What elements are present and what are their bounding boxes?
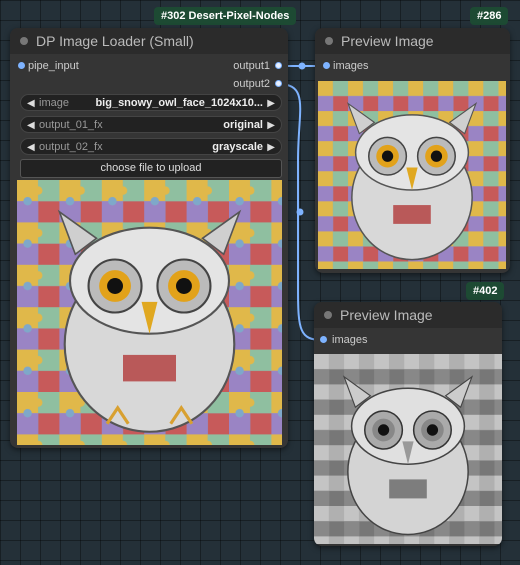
preview1-badge: #286	[470, 7, 509, 25]
preview-image-1	[318, 81, 506, 269]
wire-midpoint-2	[296, 208, 304, 216]
pipe-input-label: pipe_input	[28, 60, 79, 72]
widget-label: output_01_fx	[39, 119, 103, 131]
owl-image	[17, 180, 282, 445]
widget-value: big_snowy_owl_face_1024x10...	[95, 97, 263, 109]
upload-button[interactable]: choose file to upload	[20, 159, 282, 178]
slot-row-2: output2	[10, 75, 288, 93]
widget-value: grayscale	[212, 141, 263, 153]
output2-label: output2	[233, 78, 270, 90]
preview-image-node-2[interactable]: Preview Image images	[314, 302, 502, 546]
group-badge: #302 Desert-Pixel-Nodes	[154, 7, 297, 25]
output-01-fx-widget[interactable]: ◀ output_01_fx original ▶	[20, 116, 282, 133]
collapse-dot-icon[interactable]	[20, 37, 28, 45]
owl-image	[318, 81, 506, 269]
output-02-fx-widget[interactable]: ◀ output_02_fx grayscale ▶	[20, 138, 282, 155]
node-title: Preview Image	[340, 307, 433, 323]
slot-row-1: pipe_input output1	[10, 57, 288, 75]
images-input-socket[interactable]	[320, 336, 327, 343]
output1-socket[interactable]	[275, 62, 282, 69]
images-input-label: images	[332, 334, 368, 346]
preview-image-node-1[interactable]: Preview Image images	[315, 28, 510, 273]
slot-row-images: images	[315, 57, 510, 75]
collapse-dot-icon[interactable]	[325, 37, 333, 45]
preview2-badge: #402	[466, 282, 505, 300]
arrow-right-icon[interactable]: ▶	[267, 117, 275, 134]
widget-label: output_02_fx	[39, 141, 103, 153]
preview-image-2	[314, 354, 502, 544]
arrow-left-icon[interactable]: ◀	[27, 139, 35, 156]
slot-row-images: images	[314, 331, 502, 349]
arrow-left-icon[interactable]: ◀	[27, 117, 35, 134]
node-title-bar[interactable]: Preview Image	[314, 302, 502, 328]
wire-midpoint-1	[298, 62, 306, 70]
widget-value: original	[223, 119, 263, 131]
image-combo-widget[interactable]: ◀ image big_snowy_owl_face_1024x10... ▶	[20, 94, 282, 111]
node-title: DP Image Loader (Small)	[36, 33, 194, 49]
collapse-dot-icon[interactable]	[324, 311, 332, 319]
node-title-bar[interactable]: DP Image Loader (Small)	[10, 28, 288, 54]
images-input-label: images	[333, 60, 369, 72]
output2-socket[interactable]	[275, 80, 282, 87]
arrow-left-icon[interactable]: ◀	[27, 95, 35, 112]
arrow-right-icon[interactable]: ▶	[267, 139, 275, 156]
widget-label: image	[39, 97, 69, 109]
node-title: Preview Image	[341, 33, 434, 49]
output1-label: output1	[233, 60, 270, 72]
arrow-right-icon[interactable]: ▶	[267, 95, 275, 112]
node-title-bar[interactable]: Preview Image	[315, 28, 510, 54]
owl-image-grayscale	[314, 354, 502, 544]
images-input-socket[interactable]	[323, 62, 330, 69]
loaded-image-preview	[17, 180, 282, 445]
node-graph-canvas[interactable]: #302 Desert-Pixel-Nodes DP Image Loader …	[0, 0, 520, 565]
pipe-input-socket[interactable]	[18, 62, 25, 69]
image-loader-node[interactable]: DP Image Loader (Small) pipe_input outpu…	[10, 28, 288, 448]
